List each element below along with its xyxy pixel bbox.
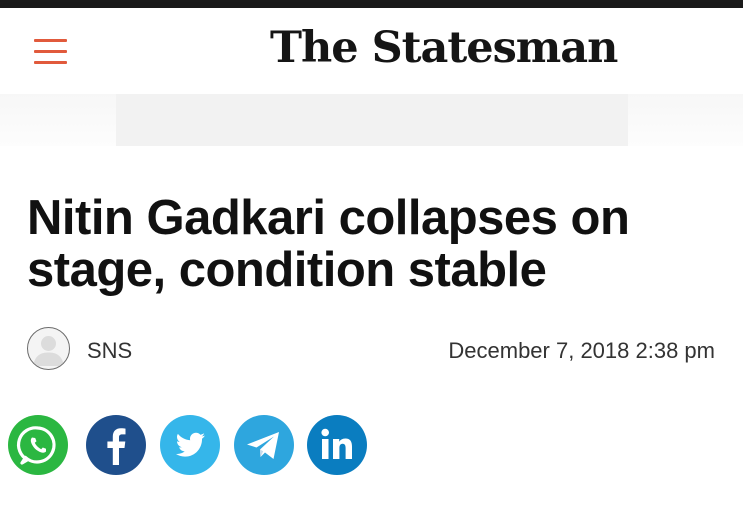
whatsapp-share-button[interactable] <box>6 413 70 477</box>
ad-placeholder-band <box>0 94 743 146</box>
twitter-share-button[interactable] <box>158 413 222 477</box>
article-byline: SNS December 7, 2018 2:38 pm <box>27 327 717 373</box>
telegram-icon <box>234 415 294 475</box>
linkedin-icon <box>307 415 367 475</box>
telegram-share-button[interactable] <box>232 413 296 477</box>
facebook-share-button[interactable] <box>84 413 148 477</box>
facebook-icon <box>86 415 146 475</box>
hamburger-menu-icon[interactable] <box>34 39 68 67</box>
site-logo[interactable]: The Statesman <box>270 19 618 77</box>
publish-date: December 7, 2018 2:38 pm <box>448 338 715 363</box>
site-header: The Statesman <box>0 8 743 94</box>
status-bar-strip <box>0 0 743 8</box>
default-avatar-icon[interactable] <box>27 327 70 370</box>
linkedin-share-button[interactable] <box>305 413 369 477</box>
twitter-icon <box>160 415 220 475</box>
article-headline: Nitin Gadkari collapses on stage, condit… <box>27 191 630 297</box>
ad-placeholder <box>116 94 628 146</box>
author-name[interactable]: SNS <box>87 338 132 364</box>
whatsapp-icon <box>8 415 68 475</box>
